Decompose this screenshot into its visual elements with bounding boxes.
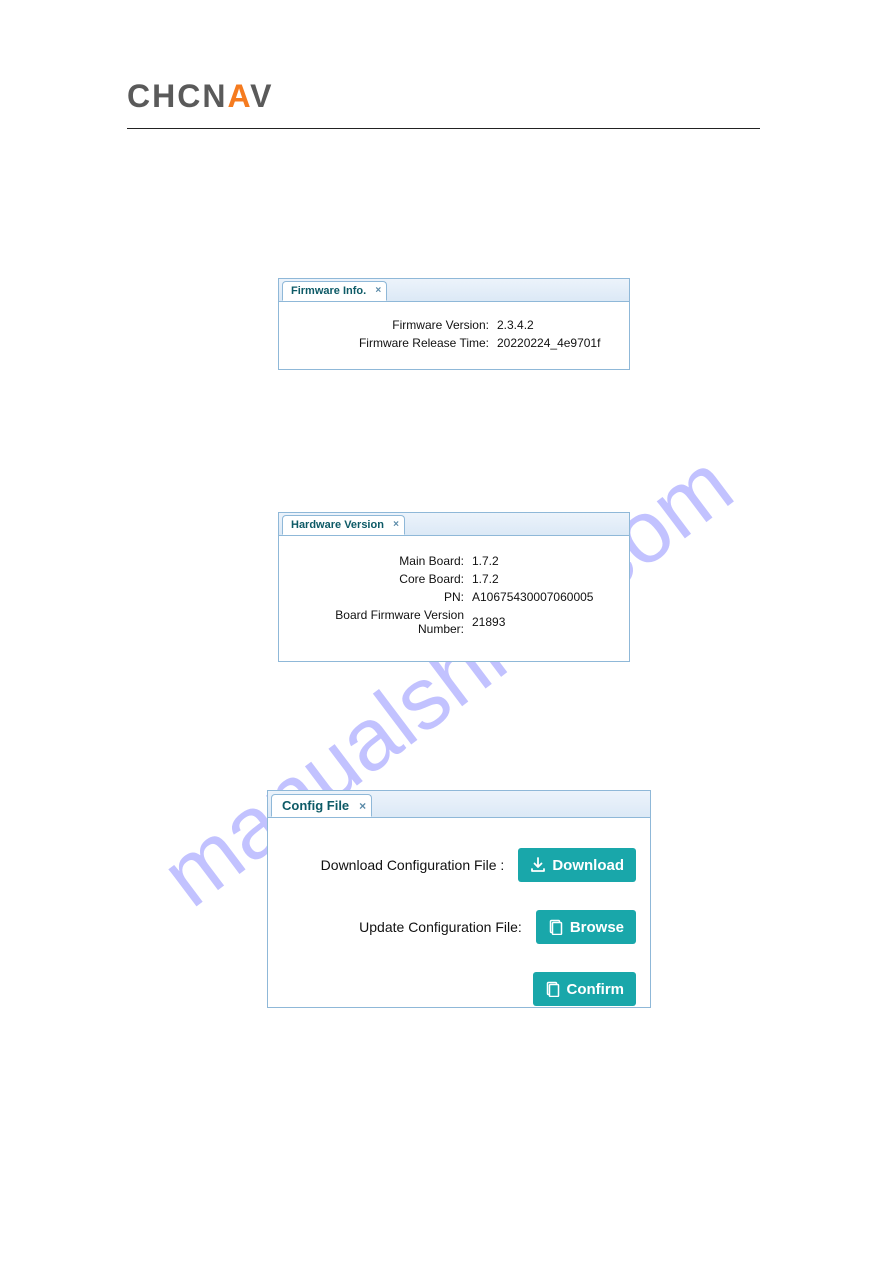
close-icon[interactable]: × xyxy=(375,286,381,296)
firmware-info-panel: Firmware Info. × Firmware Version: 2.3.4… xyxy=(278,278,630,370)
kv-row: Core Board: 1.7.2 xyxy=(289,572,619,586)
confirm-row: Confirm xyxy=(282,972,636,1006)
kv-row: Firmware Version: 2.3.4.2 xyxy=(289,318,619,332)
close-icon[interactable]: × xyxy=(359,800,366,812)
browse-button[interactable]: Browse xyxy=(536,910,636,944)
field-value: 1.7.2 xyxy=(472,572,619,586)
brand-logo: CHCNAV xyxy=(127,78,274,115)
field-value: 1.7.2 xyxy=(472,554,619,568)
kv-row: Firmware Release Time: 20220224_4e9701f xyxy=(289,336,619,350)
tab-label: Config File xyxy=(282,798,349,813)
config-file-panel: Config File × Download Configuration Fil… xyxy=(267,790,651,1008)
update-label: Update Configuration File: xyxy=(282,919,536,935)
hardware-panel-body: Main Board: 1.7.2 Core Board: 1.7.2 PN: … xyxy=(279,536,629,637)
hardware-panel-header: Hardware Version × xyxy=(279,513,629,536)
button-label: Confirm xyxy=(567,981,625,998)
field-label: Main Board: xyxy=(289,554,472,568)
kv-row: Board Firmware Version Number: 21893 xyxy=(289,608,619,637)
download-button[interactable]: Download xyxy=(518,848,636,882)
close-icon[interactable]: × xyxy=(393,520,399,530)
kv-row: Main Board: 1.7.2 xyxy=(289,554,619,568)
button-label: Download xyxy=(552,857,624,874)
field-value: 2.3.4.2 xyxy=(497,318,619,332)
page-root: CHCNAV manualshive.com Firmware Info. × … xyxy=(0,0,893,1263)
field-label: Core Board: xyxy=(289,572,472,586)
firmware-panel-body: Firmware Version: 2.3.4.2 Firmware Relea… xyxy=(279,302,629,350)
firmware-panel-header: Firmware Info. × xyxy=(279,279,629,302)
header-divider xyxy=(127,128,760,129)
file-icon xyxy=(545,981,561,997)
tab-hardware-version[interactable]: Hardware Version × xyxy=(282,515,405,535)
field-label: Board Firmware Version Number: xyxy=(289,608,472,637)
tab-label: Hardware Version xyxy=(291,519,384,531)
tab-config-file[interactable]: Config File × xyxy=(271,794,372,817)
field-value: A10675430007060005 xyxy=(472,590,619,604)
field-value: 20220224_4e9701f xyxy=(497,336,619,350)
config-panel-header: Config File × xyxy=(268,791,650,818)
confirm-button[interactable]: Confirm xyxy=(533,972,637,1006)
hardware-version-panel: Hardware Version × Main Board: 1.7.2 Cor… xyxy=(278,512,630,662)
tab-firmware-info[interactable]: Firmware Info. × xyxy=(282,281,387,301)
file-icon xyxy=(548,919,564,935)
config-panel-body: Download Configuration File : Download U… xyxy=(268,818,650,1006)
download-label: Download Configuration File : xyxy=(282,857,518,873)
kv-row: PN: A10675430007060005 xyxy=(289,590,619,604)
field-value: 21893 xyxy=(472,615,619,629)
download-icon xyxy=(530,857,546,873)
download-row: Download Configuration File : Download xyxy=(282,848,636,882)
field-label: Firmware Version: xyxy=(289,318,497,332)
button-label: Browse xyxy=(570,919,624,936)
field-label: PN: xyxy=(289,590,472,604)
tab-label: Firmware Info. xyxy=(291,285,366,297)
update-row: Update Configuration File: Browse xyxy=(282,910,636,944)
field-label: Firmware Release Time: xyxy=(289,336,497,350)
